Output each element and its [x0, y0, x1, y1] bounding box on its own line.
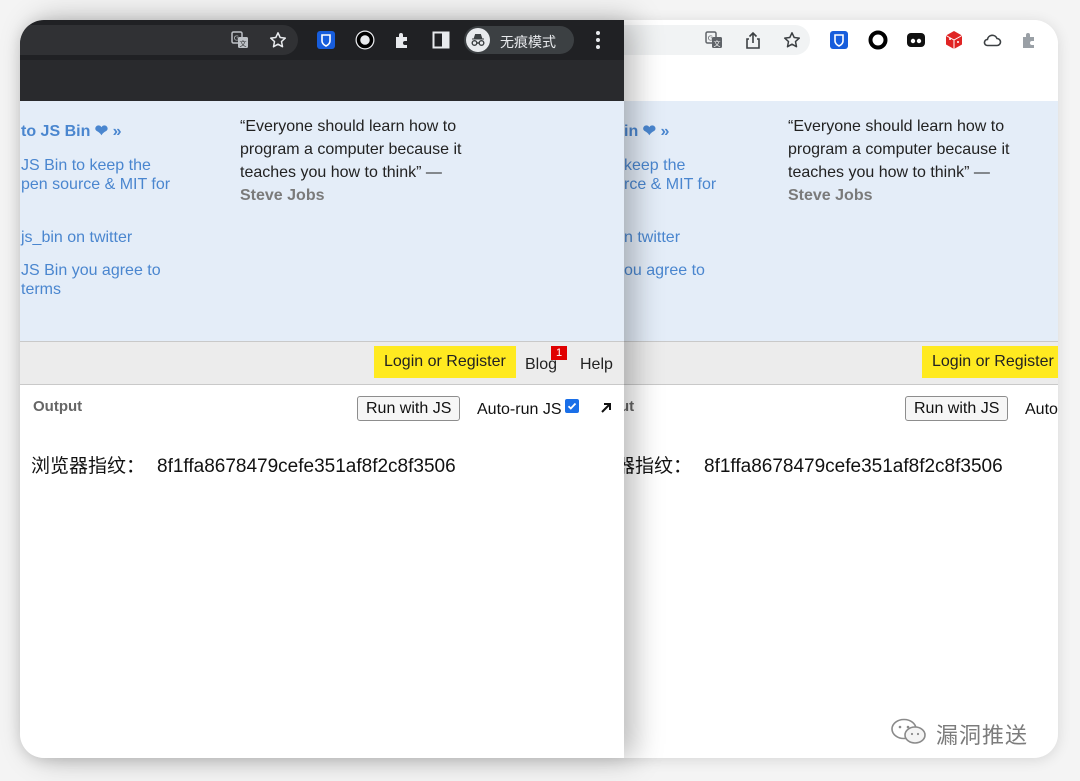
quote: “Everyone should learn how to program a …: [788, 115, 1038, 207]
arrow-up-right-icon[interactable]: [599, 401, 613, 415]
wechat-watermark: 漏洞推送: [890, 718, 1028, 750]
autorun-label[interactable]: Auto-run JS: [477, 400, 561, 420]
wechat-logo-icon: [890, 717, 928, 752]
terms-text: JS Bin you agree to: [21, 262, 161, 279]
incognito-label: 无痕模式: [500, 35, 556, 51]
svg-text:文: 文: [240, 39, 247, 48]
quote-line: program a computer because it: [788, 141, 1010, 158]
promo-text-line: JS Bin to keep the: [21, 157, 151, 174]
output-label: Output: [33, 398, 83, 415]
fingerprint-label: 浏览器指纹：: [31, 455, 146, 477]
quote-author: Steve Jobs: [788, 187, 873, 204]
watermark-text: 漏洞推送: [936, 724, 1029, 749]
help-link[interactable]: Help: [580, 355, 613, 375]
address-bar[interactable]: [20, 25, 298, 55]
autorun-checkbox[interactable]: [565, 399, 579, 413]
incognito-indicator[interactable]: 无痕模式: [464, 26, 574, 54]
jsbin-page: to JS Bin ❤ » JS Bin to keep the pen sou…: [20, 101, 624, 758]
kebab-menu-icon[interactable]: [588, 30, 608, 50]
browser-toolbar: 文G 无痕模式: [20, 20, 624, 60]
fingerprint-label: 器指纹：: [616, 455, 693, 477]
quote-line: “Everyone should learn how to: [788, 118, 1005, 135]
autorun-label[interactable]: Auto: [1025, 400, 1058, 420]
share-icon[interactable]: [743, 30, 763, 50]
promo-title[interactable]: to JS Bin ❤ »: [21, 122, 122, 142]
fingerprint-output: 浏览器指纹： 8f1ffa8678479cefe351af8f2c8f3506: [31, 454, 456, 479]
bitwarden-shield-icon[interactable]: [316, 30, 336, 50]
puzzle-icon[interactable]: [1020, 30, 1040, 50]
promo-text-line: pen source & MIT for: [21, 176, 171, 193]
promo-text-line: keep the: [624, 157, 686, 174]
side-panel-icon[interactable]: [431, 30, 451, 50]
blog-notification-badge: 1: [551, 346, 567, 360]
red-cube-icon[interactable]: [944, 30, 964, 50]
page-topbar: [20, 60, 624, 101]
svg-text:文: 文: [714, 39, 721, 48]
star-icon[interactable]: [268, 30, 288, 50]
svg-text:G: G: [708, 35, 713, 43]
jsbin-menubar: Login or Register Blog 1 Help: [20, 341, 624, 385]
incognito-icon: [466, 28, 490, 52]
login-register-button[interactable]: Login or Register: [922, 346, 1058, 378]
translate-icon[interactable]: 文G: [704, 30, 724, 50]
quote-line: “Everyone should learn how to: [240, 118, 457, 135]
promo-text-line: rce & MIT for: [624, 176, 717, 193]
ring-extension-icon[interactable]: [868, 30, 888, 50]
info-panel: to JS Bin ❤ » JS Bin to keep the pen sou…: [20, 101, 624, 341]
cloud-icon[interactable]: [982, 30, 1002, 50]
ring-extension-icon[interactable]: [355, 30, 375, 50]
browser-window-incognito: 文G 无痕模式 to JS Bin ❤ » JS Bin to keep the…: [20, 20, 624, 758]
quote-line: teaches you how to think” —: [788, 164, 990, 181]
promo-title[interactable]: in ❤ »: [624, 122, 669, 142]
fingerprint-value: 8f1ffa8678479cefe351af8f2c8f3506: [704, 456, 1003, 477]
twitter-link[interactable]: js_bin on twitter: [21, 228, 132, 248]
duo-extension-icon[interactable]: [906, 30, 926, 50]
quote-line: program a computer because it: [240, 141, 462, 158]
login-register-button[interactable]: Login or Register: [374, 346, 516, 378]
translate-icon[interactable]: 文G: [230, 30, 250, 50]
twitter-link[interactable]: n twitter: [624, 228, 680, 248]
output-header: Output Run with JS Auto-run JS: [20, 384, 624, 424]
fingerprint-output: 器指纹： 8f1ffa8678479cefe351af8f2c8f3506: [616, 454, 1003, 479]
terms-text: ou agree to: [624, 262, 705, 279]
puzzle-icon[interactable]: [393, 30, 413, 50]
bitwarden-shield-icon[interactable]: [829, 30, 849, 50]
quote-line: teaches you how to think” —: [240, 164, 442, 181]
quote-author: Steve Jobs: [240, 187, 325, 204]
quote: “Everyone should learn how to program a …: [240, 115, 490, 207]
fingerprint-value: 8f1ffa8678479cefe351af8f2c8f3506: [157, 456, 456, 477]
run-with-js-button[interactable]: Run with JS: [905, 396, 1009, 421]
svg-text:G: G: [234, 35, 239, 43]
run-with-js-button[interactable]: Run with JS: [357, 396, 461, 421]
star-icon[interactable]: [782, 30, 802, 50]
terms-link[interactable]: terms: [21, 280, 61, 300]
